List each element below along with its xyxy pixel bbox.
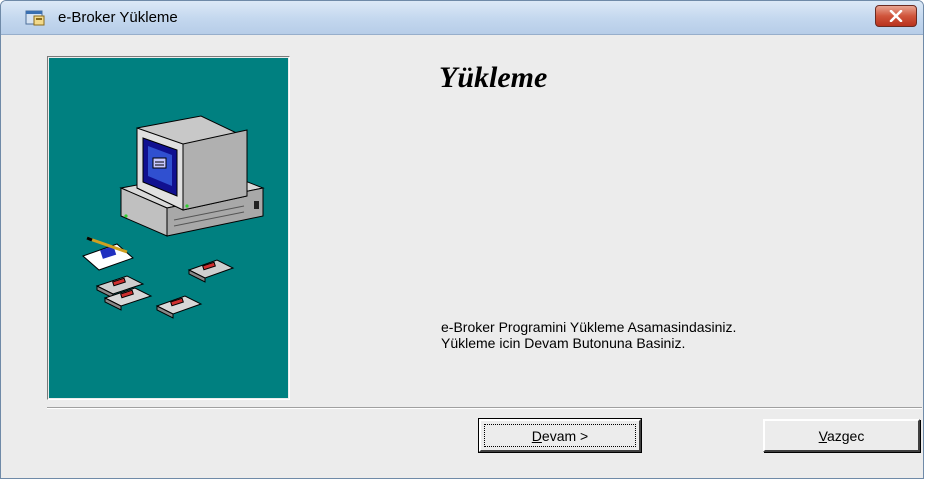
instruction-line-2: Yükleme icin Devam Butonuna Basiniz. xyxy=(441,335,686,351)
continue-label-rest: evam > xyxy=(541,427,589,444)
instruction-line-1: e-Broker Programini Yükleme Asamasindasi… xyxy=(441,319,737,335)
computer-with-floppy-disks-illustration xyxy=(82,115,265,319)
close-icon xyxy=(889,10,903,22)
cancel-button[interactable]: Vazgec xyxy=(763,419,920,452)
window-title: e-Broker Yükleme xyxy=(58,9,178,26)
continue-button[interactable]: Devam > xyxy=(479,419,641,452)
close-button[interactable] xyxy=(875,5,917,27)
cancel-button-label: Vazgec xyxy=(819,428,865,444)
page-heading: Yükleme xyxy=(439,61,548,94)
instruction-text: e-Broker Programini Yükleme Asamasindasi… xyxy=(441,319,736,351)
cancel-mnemonic: V xyxy=(818,427,827,444)
installer-window: e-Broker Yükleme Yükleme e-Broker Progra… xyxy=(0,0,924,479)
illustration-frame xyxy=(47,56,290,400)
button-separator xyxy=(47,407,922,409)
cancel-label-rest: azgec xyxy=(826,427,865,444)
setup-window-icon xyxy=(25,10,45,26)
continue-button-label: Devam > xyxy=(532,428,588,444)
illustration-panel xyxy=(49,58,288,398)
continue-mnemonic: D xyxy=(531,427,542,444)
dialog-client-area: Yükleme e-Broker Programini Yükleme Asam… xyxy=(9,35,922,472)
title-bar[interactable]: e-Broker Yükleme xyxy=(1,1,923,35)
